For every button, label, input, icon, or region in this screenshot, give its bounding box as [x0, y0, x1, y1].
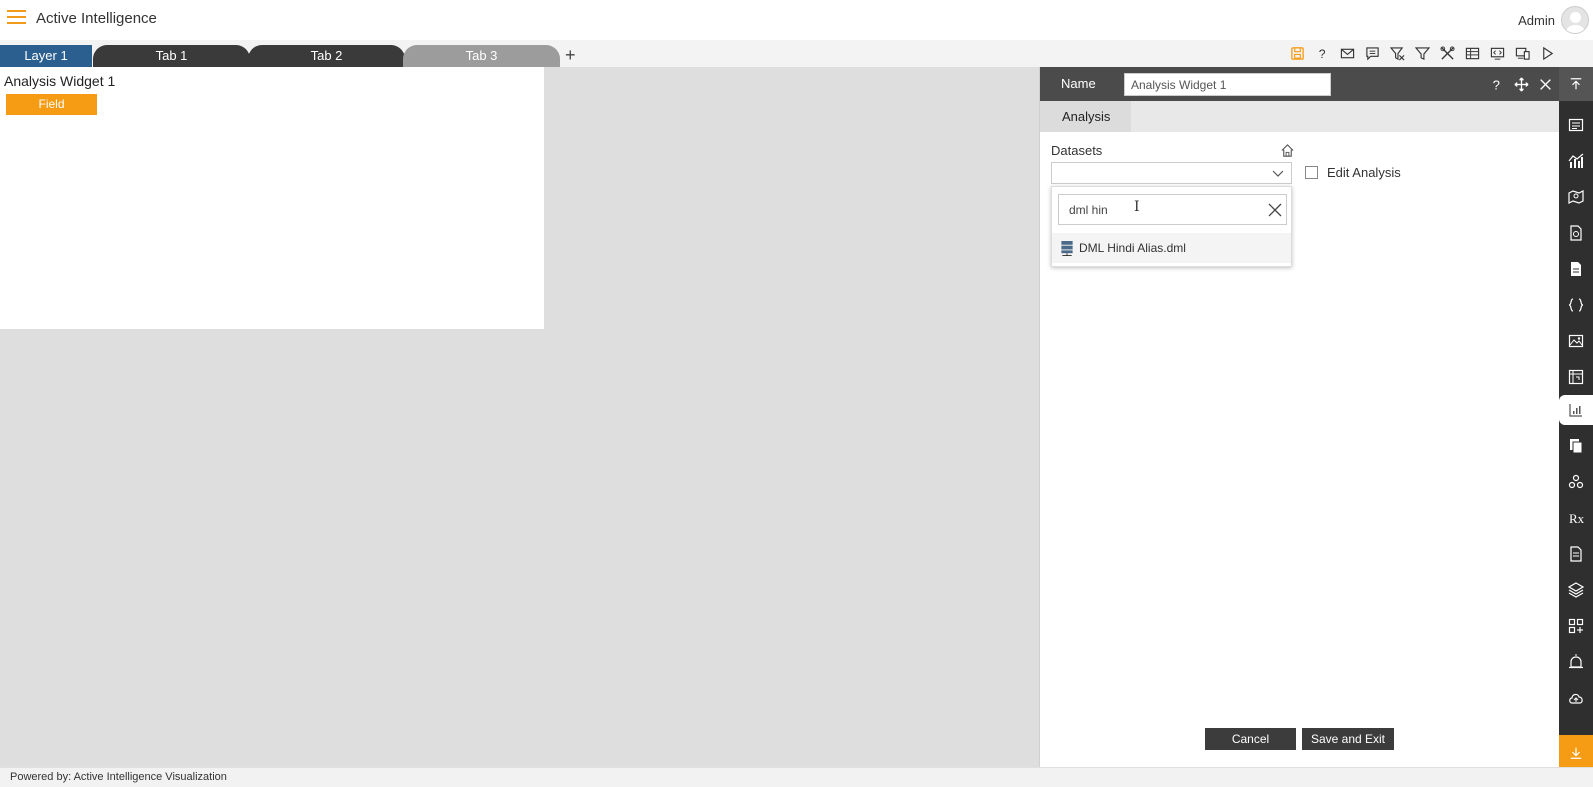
widget-rail: Rx [1559, 67, 1593, 770]
report-icon[interactable] [1559, 110, 1593, 140]
panel-header: Name ? [1040, 67, 1560, 101]
table-icon[interactable] [1463, 44, 1482, 63]
dashboard-canvas: Analysis Widget 1 Field [0, 67, 1040, 767]
footer-text: Powered by: Active Intelligence Visualiz… [10, 771, 227, 783]
help-icon[interactable]: ? [1488, 75, 1506, 93]
embed-icon[interactable] [1488, 44, 1507, 63]
clear-search-icon[interactable] [1268, 203, 1282, 217]
alarm-icon[interactable] [1559, 647, 1593, 677]
formula-icon[interactable]: Rx [1559, 503, 1593, 533]
app-title: Active Intelligence [36, 10, 157, 27]
database-icon [1061, 240, 1073, 256]
properties-panel: Name ? Analysis Datasets Edit Analysis I… [1039, 67, 1560, 770]
field-button[interactable]: Field [6, 94, 97, 115]
download-icon[interactable] [1559, 735, 1593, 770]
document-icon[interactable] [1559, 218, 1593, 248]
dataset-option-label: DML Hindi Alias.dml [1079, 241, 1186, 255]
close-icon[interactable] [1536, 75, 1554, 93]
toolbar: ? [1288, 44, 1557, 63]
name-label: Name [1061, 76, 1096, 91]
tab-3[interactable]: Tab 3 [403, 45, 560, 67]
play-icon[interactable] [1538, 44, 1557, 63]
panel-tabs: Analysis [1040, 101, 1560, 132]
text-cursor-icon: I [1134, 199, 1140, 215]
edit-analysis-label[interactable]: Edit Analysis [1327, 165, 1401, 180]
tab-2[interactable]: Tab 2 [248, 45, 405, 67]
datasets-select[interactable] [1051, 162, 1292, 184]
datasets-label: Datasets [1051, 143, 1103, 158]
cancel-button[interactable]: Cancel [1205, 728, 1296, 750]
datasets-dropdown: I DML Hindi Alias.dml [1051, 186, 1292, 267]
save-and-exit-button[interactable]: Save and Exit [1302, 728, 1394, 750]
add-widget-icon[interactable] [1559, 611, 1593, 641]
mail-icon[interactable] [1338, 44, 1357, 63]
cluster-icon[interactable] [1559, 467, 1593, 497]
help-icon[interactable]: ? [1313, 44, 1332, 63]
tab-layer-1[interactable]: Layer 1 [0, 45, 92, 67]
save-icon[interactable] [1288, 44, 1307, 63]
comment-icon[interactable] [1363, 44, 1382, 63]
cloud-upload-icon[interactable] [1559, 683, 1593, 713]
devices-icon[interactable] [1513, 44, 1532, 63]
edit-analysis-checkbox[interactable] [1305, 166, 1318, 179]
app-header: Active Intelligence Admin [0, 0, 1593, 40]
dataset-search-input[interactable] [1058, 194, 1287, 225]
svg-text:?: ? [1493, 77, 1500, 91]
menu-icon[interactable] [7, 10, 26, 26]
filter-icon[interactable] [1413, 44, 1432, 63]
tab-1[interactable]: Tab 1 [93, 45, 250, 67]
avatar[interactable] [1561, 6, 1589, 34]
svg-text:Rx: Rx [1569, 511, 1584, 526]
layers-icon[interactable] [1559, 575, 1593, 605]
tools-icon[interactable] [1438, 44, 1457, 63]
home-icon[interactable] [1280, 143, 1296, 159]
widget-title: Analysis Widget 1 [4, 73, 116, 89]
dataset-option[interactable]: DML Hindi Alias.dml [1052, 233, 1291, 263]
tab-bar: Layer 1 Tab 1 Tab 2 Tab 3 + ? [0, 40, 1593, 67]
image-icon[interactable] [1559, 326, 1593, 356]
tab-analysis[interactable]: Analysis [1040, 101, 1131, 132]
analysis-widget[interactable]: Analysis Widget 1 Field [0, 67, 544, 329]
chevron-down-icon [1272, 170, 1284, 177]
svg-text:?: ? [1319, 47, 1326, 61]
widget-name-input[interactable] [1124, 73, 1331, 96]
panel-header-icons: ? [1488, 75, 1554, 93]
footer: Powered by: Active Intelligence Visualiz… [0, 767, 1593, 787]
code-icon[interactable] [1559, 290, 1593, 320]
notes-icon[interactable] [1559, 539, 1593, 569]
move-icon[interactable] [1512, 75, 1530, 93]
analysis-icon[interactable] [1559, 395, 1593, 425]
add-tab-button[interactable]: + [565, 45, 576, 65]
map-icon[interactable] [1559, 182, 1593, 212]
collapse-up-icon[interactable] [1559, 67, 1593, 101]
page-icon[interactable] [1559, 254, 1593, 284]
pivot-icon[interactable] [1559, 362, 1593, 392]
user-name[interactable]: Admin [1518, 13, 1555, 28]
chart-icon[interactable] [1559, 146, 1593, 176]
clear-filter-icon[interactable] [1388, 44, 1407, 63]
copy-icon[interactable] [1559, 431, 1593, 461]
